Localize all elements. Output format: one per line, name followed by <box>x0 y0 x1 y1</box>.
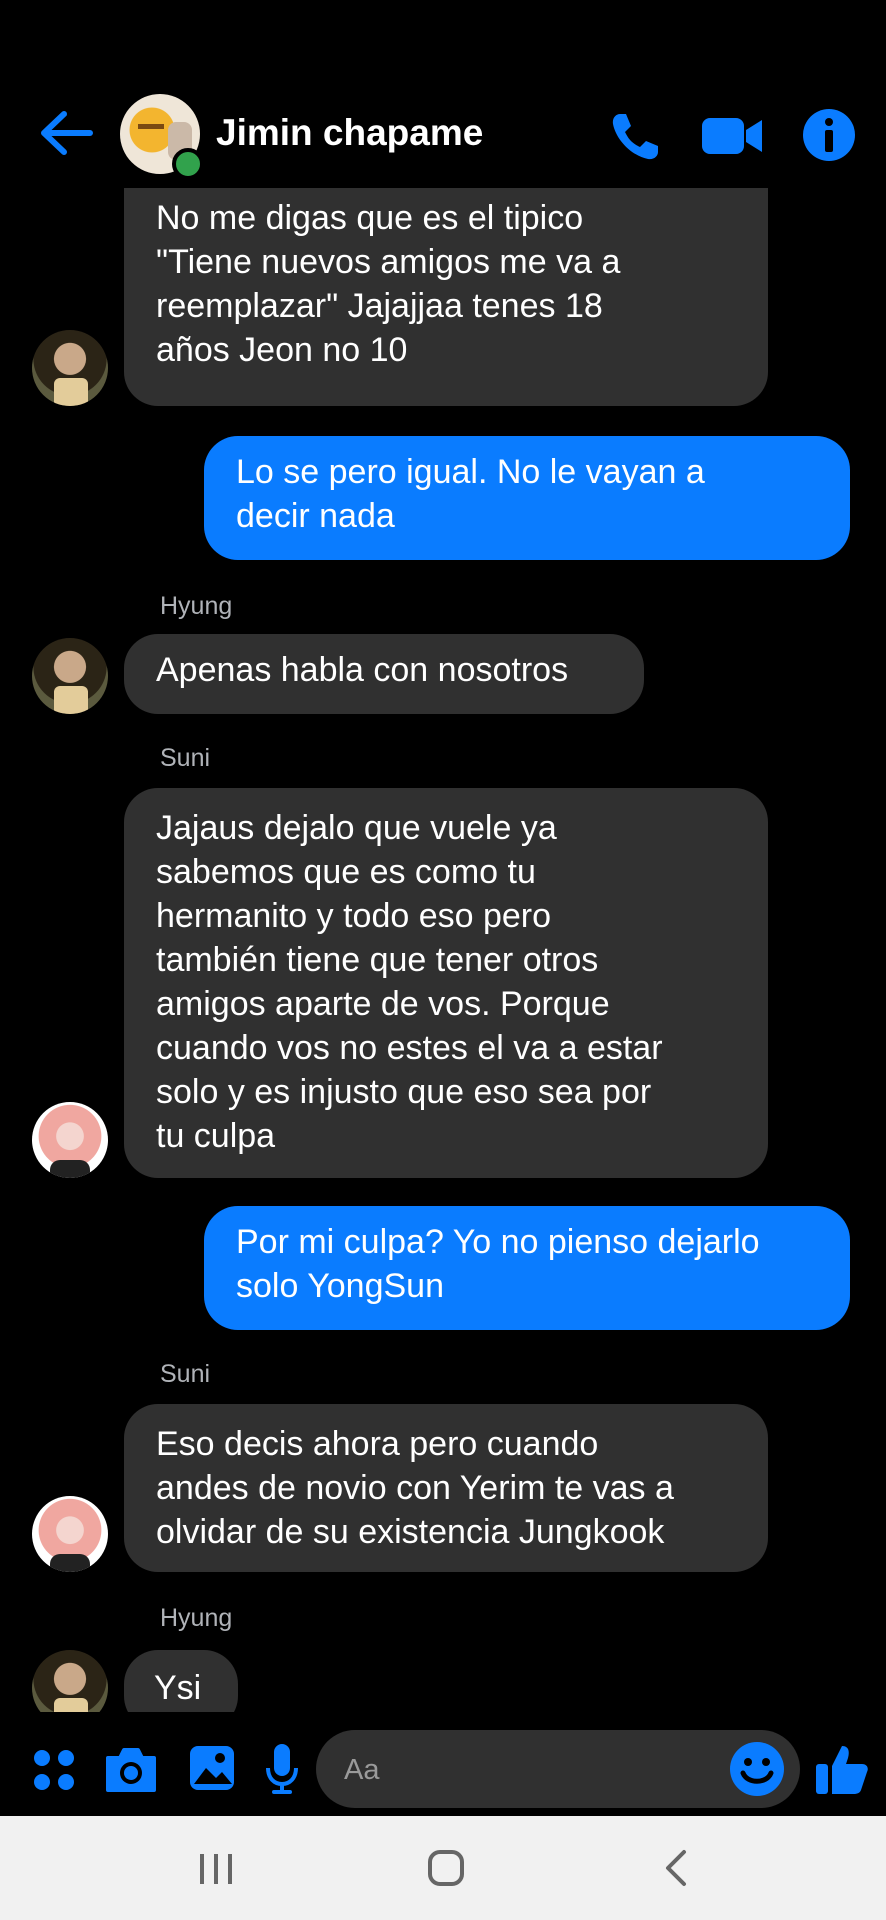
sender-name: Hyung <box>160 592 233 620</box>
message-text: "Tiene nuevos amigos me va a <box>156 243 621 281</box>
message-bubble-received[interactable]: Apenas habla con nosotros <box>124 634 644 714</box>
info-icon[interactable] <box>800 106 858 164</box>
chat-header: Jimin chapame <box>0 0 886 200</box>
apps-icon[interactable] <box>32 1748 76 1792</box>
message-text: Ysi <box>154 1669 202 1707</box>
sender-avatar[interactable] <box>32 638 108 714</box>
system-navigation-bar <box>0 1816 886 1920</box>
message-text: decir nada <box>236 497 395 535</box>
message-text: No me digas que es el tipico <box>156 199 584 237</box>
message-bubble-received[interactable]: Jajaus dejalo que vuele ya sabemos que e… <box>124 788 768 1178</box>
gallery-icon[interactable] <box>188 1744 236 1792</box>
phone-icon[interactable] <box>608 108 664 164</box>
message-text: tu culpa <box>156 1117 276 1155</box>
message-bubble-sent[interactable]: Por mi culpa? Yo no pienso dejarlo solo … <box>204 1206 850 1330</box>
message-text: andes de novio con Yerim te vas a <box>156 1469 674 1507</box>
message-bubble-received[interactable]: No me digas que es el tipico "Tiene nuev… <box>124 188 768 406</box>
message-text: Jajaus dejalo que vuele ya <box>156 809 557 847</box>
sender-avatar[interactable] <box>32 330 108 406</box>
sender-name: Hyung <box>160 1604 233 1632</box>
online-status-dot <box>172 148 204 180</box>
message-text: Eso decis ahora pero cuando <box>156 1425 599 1463</box>
message-text: sabemos que es como tu <box>156 853 536 891</box>
message-text: olvidar de su existencia Jungkook <box>156 1513 665 1551</box>
sender-avatar[interactable] <box>32 1496 108 1572</box>
thumbs-up-icon[interactable] <box>814 1742 870 1796</box>
emoji-icon[interactable] <box>728 1740 786 1798</box>
message-text: Apenas habla con nosotros <box>156 651 569 689</box>
microphone-icon[interactable] <box>264 1742 300 1796</box>
message-text: también tiene que tener otros <box>156 941 599 979</box>
message-text: reemplazar" Jajajjaa tenes 18 <box>156 287 603 325</box>
message-text: amigos aparte de vos. Porque <box>156 985 610 1023</box>
video-camera-icon[interactable] <box>700 108 764 164</box>
sender-avatar[interactable] <box>32 1102 108 1178</box>
message-bubble-sent[interactable]: Lo se pero igual. No le vayan a decir na… <box>204 436 850 560</box>
message-text: solo y es injusto que eso sea por <box>156 1073 652 1111</box>
sender-name: Suni <box>160 1360 211 1388</box>
conversation-title[interactable]: Jimin chapame <box>216 112 483 154</box>
message-text: solo YongSun <box>236 1267 444 1305</box>
message-text: cuando vos no estes el va a estar <box>156 1029 663 1067</box>
message-text: Por mi culpa? Yo no pienso dejarlo <box>236 1223 760 1261</box>
camera-icon[interactable] <box>104 1746 158 1794</box>
back-nav-icon[interactable] <box>662 1848 690 1888</box>
recent-apps-icon[interactable] <box>196 1852 236 1886</box>
arrow-left-icon[interactable] <box>36 108 94 158</box>
message-text: años Jeon no 10 <box>156 331 408 369</box>
home-icon[interactable] <box>426 1848 466 1888</box>
message-input-placeholder: Aa <box>344 1754 380 1786</box>
message-text: Lo se pero igual. No le vayan a <box>236 453 705 491</box>
message-bubble-received[interactable]: Eso decis ahora pero cuando andes de nov… <box>124 1404 768 1572</box>
message-text: hermanito y todo eso pero <box>156 897 552 935</box>
sender-name: Suni <box>160 744 211 772</box>
